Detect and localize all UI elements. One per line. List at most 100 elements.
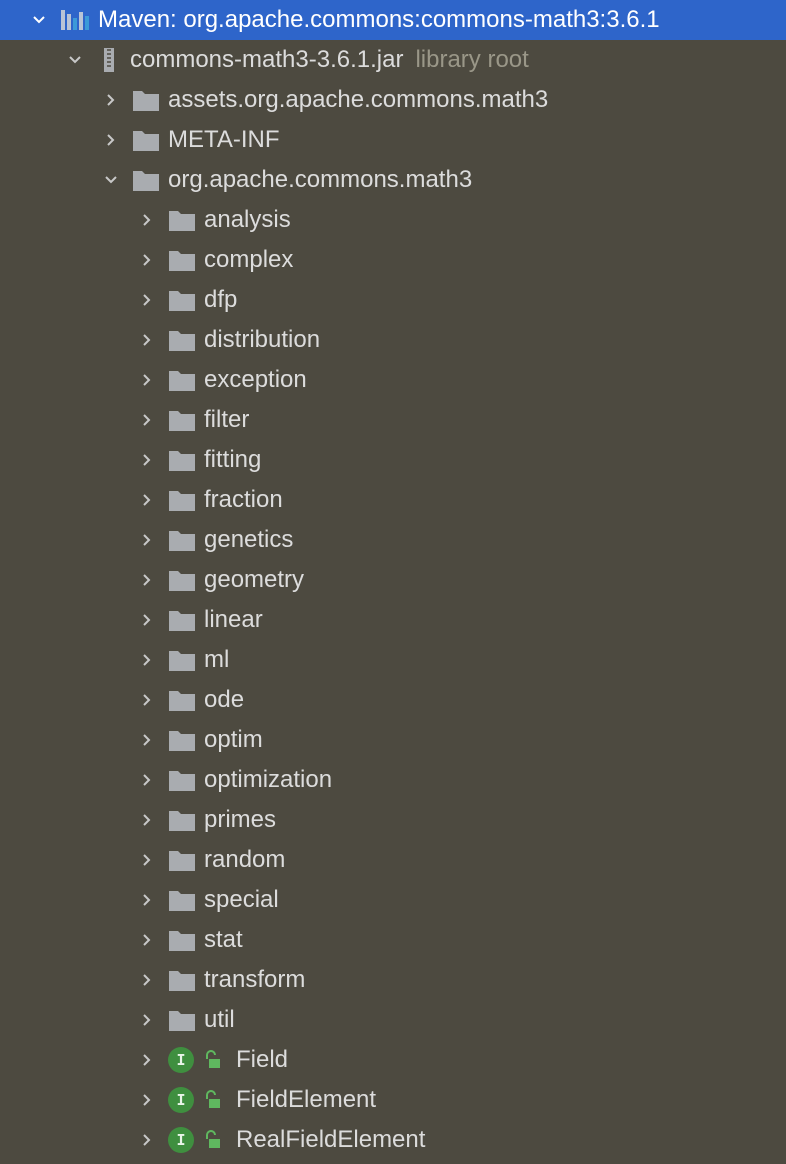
folder-icon [168, 488, 196, 512]
tree-node-package[interactable]: filter [0, 400, 786, 440]
tree-node-package[interactable]: optim [0, 720, 786, 760]
folder-icon [168, 568, 196, 592]
public-access-icon [202, 1050, 222, 1070]
chevron-right-icon[interactable] [136, 929, 158, 951]
folder-icon [132, 88, 160, 112]
chevron-right-icon[interactable] [136, 369, 158, 391]
chevron-down-icon[interactable] [64, 49, 86, 71]
tree-node-label: optimization [204, 766, 333, 793]
chevron-right-icon[interactable] [136, 969, 158, 991]
folder-icon [168, 888, 196, 912]
folder-icon [168, 328, 196, 352]
tree-node-label: filter [204, 406, 250, 433]
tree-node-package[interactable]: random [0, 840, 786, 880]
tree-node-label: RealFieldElement [236, 1126, 426, 1153]
chevron-right-icon[interactable] [136, 889, 158, 911]
tree-node-label: assets.org.apache.commons.math3 [168, 86, 549, 113]
folder-icon [168, 928, 196, 952]
folder-icon [168, 208, 196, 232]
folder-icon [168, 808, 196, 832]
folder-icon [168, 728, 196, 752]
chevron-right-icon[interactable] [136, 209, 158, 231]
tree-node-interface[interactable]: I FieldElement [0, 1080, 786, 1120]
chevron-right-icon[interactable] [136, 609, 158, 631]
chevron-right-icon[interactable] [136, 1089, 158, 1111]
folder-icon [168, 248, 196, 272]
tree-node-package[interactable]: ode [0, 680, 786, 720]
public-access-icon [202, 1090, 222, 1110]
jar-icon [96, 47, 122, 73]
folder-icon [132, 128, 160, 152]
tree-node-label: analysis [204, 206, 291, 233]
tree-node-package[interactable]: primes [0, 800, 786, 840]
folder-icon [168, 448, 196, 472]
tree-node-jar[interactable]: commons-math3-3.6.1.jar library root [0, 40, 786, 80]
tree-node-label: ode [204, 686, 245, 713]
tree-node-package[interactable]: fitting [0, 440, 786, 480]
tree-node-package[interactable]: transform [0, 960, 786, 1000]
tree-node-package[interactable]: genetics [0, 520, 786, 560]
tree-node-label: geometry [204, 566, 305, 593]
chevron-right-icon[interactable] [136, 409, 158, 431]
chevron-right-icon[interactable] [136, 249, 158, 271]
folder-icon [168, 968, 196, 992]
tree-node-package[interactable]: distribution [0, 320, 786, 360]
tree-node-label: commons-math3-3.6.1.jar [130, 46, 404, 73]
tree-node-label: genetics [204, 526, 294, 553]
chevron-right-icon[interactable] [136, 1009, 158, 1031]
tree-node-label: Maven: org.apache.commons:commons-math3:… [98, 6, 660, 33]
chevron-right-icon[interactable] [136, 729, 158, 751]
folder-icon [168, 768, 196, 792]
chevron-right-icon[interactable] [136, 329, 158, 351]
tree-node-maven-library[interactable]: Maven: org.apache.commons:commons-math3:… [0, 0, 786, 40]
chevron-right-icon[interactable] [136, 769, 158, 791]
folder-icon [168, 368, 196, 392]
folder-icon [168, 288, 196, 312]
tree-node-package[interactable]: linear [0, 600, 786, 640]
chevron-right-icon[interactable] [136, 289, 158, 311]
tree-node-package[interactable]: exception [0, 360, 786, 400]
chevron-right-icon[interactable] [136, 569, 158, 591]
tree-node-label: fitting [204, 446, 262, 473]
tree-node-label: stat [204, 926, 243, 953]
folder-icon [168, 848, 196, 872]
tree-node-interface[interactable]: I Field [0, 1040, 786, 1080]
tree-node-package[interactable]: ml [0, 640, 786, 680]
tree-node-label: Field [236, 1046, 289, 1073]
chevron-right-icon[interactable] [136, 529, 158, 551]
tree-node-package[interactable]: geometry [0, 560, 786, 600]
chevron-right-icon[interactable] [136, 649, 158, 671]
chevron-right-icon[interactable] [136, 449, 158, 471]
tree-node-label: FieldElement [236, 1086, 377, 1113]
tree-node-package[interactable]: stat [0, 920, 786, 960]
folder-icon [168, 408, 196, 432]
tree-node-package[interactable]: dfp [0, 280, 786, 320]
chevron-right-icon[interactable] [136, 849, 158, 871]
chevron-right-icon[interactable] [136, 1049, 158, 1071]
chevron-down-icon[interactable] [100, 169, 122, 191]
chevron-right-icon[interactable] [136, 689, 158, 711]
tree-node-interface[interactable]: I RealFieldElement [0, 1120, 786, 1160]
chevron-down-icon[interactable] [28, 9, 50, 31]
chevron-right-icon[interactable] [136, 809, 158, 831]
chevron-right-icon[interactable] [136, 489, 158, 511]
tree-node-package[interactable]: optimization [0, 760, 786, 800]
tree-node-package[interactable]: util [0, 1000, 786, 1040]
tree-node-label: distribution [204, 326, 321, 353]
chevron-right-icon[interactable] [136, 1129, 158, 1151]
tree-node-package[interactable]: complex [0, 240, 786, 280]
tree-node-folder[interactable]: META-INF [0, 120, 786, 160]
folder-icon [168, 1008, 196, 1032]
folder-icon [132, 168, 160, 192]
chevron-right-icon[interactable] [100, 89, 122, 111]
chevron-right-icon[interactable] [100, 129, 122, 151]
folder-icon [168, 608, 196, 632]
tree-node-folder[interactable]: org.apache.commons.math3 [0, 160, 786, 200]
tree-node-package[interactable]: analysis [0, 200, 786, 240]
tree-node-package[interactable]: fraction [0, 480, 786, 520]
tree-node-folder[interactable]: assets.org.apache.commons.math3 [0, 80, 786, 120]
tree-node-label: random [204, 846, 286, 873]
tree-node-label: linear [204, 606, 263, 633]
tree-node-package[interactable]: special [0, 880, 786, 920]
tree-node-label: optim [204, 726, 263, 753]
